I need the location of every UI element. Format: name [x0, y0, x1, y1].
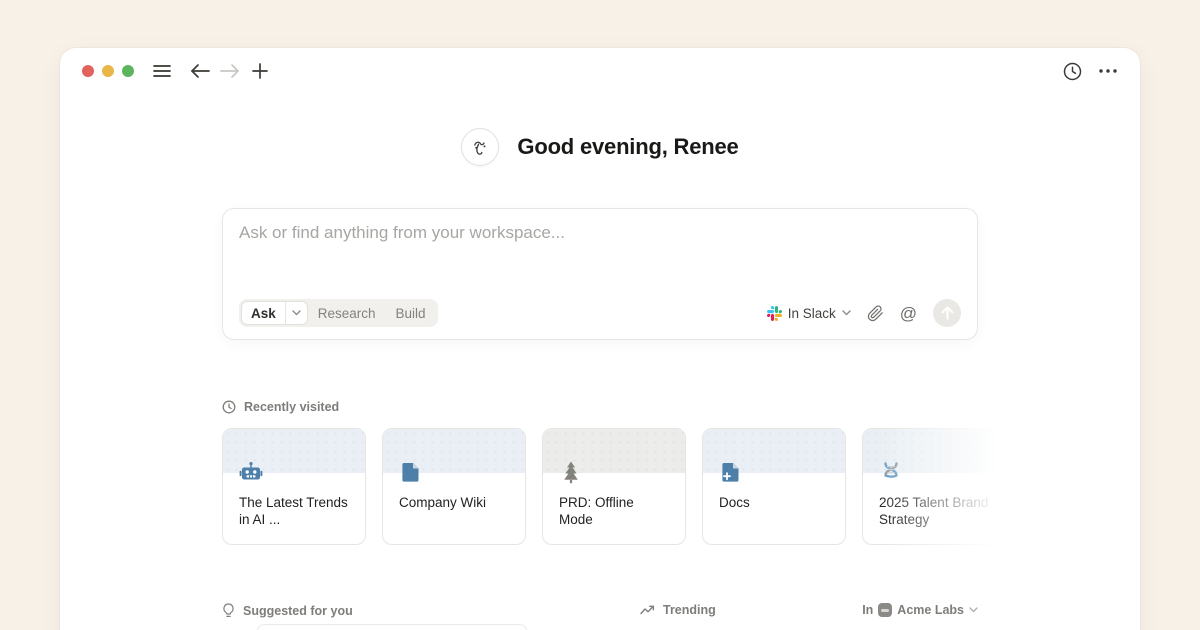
titlebar [60, 48, 1140, 94]
trending-label: Trending [663, 603, 716, 617]
suggested-for-you-label: Suggested for you [243, 604, 353, 618]
acme-labs-logo-icon [878, 603, 892, 617]
card-title: 2025 Talent Brand Strategy [863, 484, 1005, 528]
workspace-name: Acme Labs [897, 603, 964, 617]
new-tab-plus-icon[interactable] [250, 61, 270, 81]
notion-ai-face-icon [461, 128, 499, 166]
hamburger-menu-icon[interactable] [152, 61, 172, 81]
card-company-wiki[interactable]: Company Wiki [382, 428, 526, 545]
history-clock-icon[interactable] [1062, 61, 1082, 81]
mode-tab-research[interactable]: Research [308, 306, 386, 321]
trending-up-icon [640, 605, 655, 615]
clock-icon [222, 400, 236, 414]
page-icon [399, 460, 423, 484]
card-the-latest-trends-in-ai[interactable]: The Latest Trends in AI ... [222, 428, 366, 545]
scope-label: In Slack [788, 306, 836, 321]
greeting: Good evening, Renee [222, 128, 978, 166]
suggested-for-you-header: Suggested for you [222, 603, 600, 618]
attachment-paperclip-icon[interactable] [867, 305, 884, 322]
card-prd-offline-mode[interactable]: PRD: Offline Mode [542, 428, 686, 545]
card-docs[interactable]: Docs [702, 428, 846, 545]
card-title: Company Wiki [383, 484, 525, 511]
chevron-down-icon [969, 607, 978, 613]
robot-icon [239, 460, 263, 484]
lightbulb-icon [222, 603, 235, 618]
app-window: Good evening, Renee Ask Research Build [60, 48, 1140, 630]
card-title: The Latest Trends in AI ... [223, 484, 365, 528]
mention-at-icon[interactable]: @ [900, 305, 917, 322]
greeting-title: Good evening, Renee [517, 134, 738, 160]
minimize-window-button[interactable] [102, 65, 114, 77]
card-title: PRD: Offline Mode [543, 484, 685, 528]
mode-ask-label: Ask [242, 306, 285, 321]
close-window-button[interactable] [82, 65, 94, 77]
ask-input[interactable] [239, 223, 961, 243]
card-title: Docs [703, 484, 845, 511]
mode-switcher: Ask Research Build [239, 299, 438, 327]
forward-arrow-icon[interactable] [220, 61, 240, 81]
dna-icon [879, 460, 903, 484]
traffic-lights [82, 65, 134, 77]
scope-selector-in-slack[interactable]: In Slack [767, 306, 851, 321]
trending-header: Trending [640, 603, 716, 617]
chevron-down-icon[interactable] [286, 310, 307, 316]
page-plus-icon [719, 460, 743, 484]
chevron-down-icon [842, 310, 851, 316]
submit-arrow-button[interactable] [933, 299, 961, 327]
recently-visited-label: Recently visited [244, 400, 339, 414]
card-2025-talent-brand-strategy[interactable]: 2025 Talent Brand Strategy [862, 428, 1006, 545]
mode-tab-ask[interactable]: Ask [241, 301, 308, 325]
suggested-list-top [256, 624, 528, 630]
recently-visited-header: Recently visited [222, 400, 978, 414]
ask-box: Ask Research Build [222, 208, 978, 340]
tree-icon [559, 460, 583, 484]
zoom-window-button[interactable] [122, 65, 134, 77]
workspace-selector[interactable]: In Acme Labs [862, 603, 978, 617]
back-arrow-icon[interactable] [190, 61, 210, 81]
mode-tab-build[interactable]: Build [386, 306, 436, 321]
workspace-in-prefix: In [862, 603, 873, 617]
more-options-ellipsis-icon[interactable] [1098, 61, 1118, 81]
slack-logo-icon [767, 306, 782, 321]
recently-visited-cards: The Latest Trends in AI ... Company Wiki [222, 428, 1006, 545]
